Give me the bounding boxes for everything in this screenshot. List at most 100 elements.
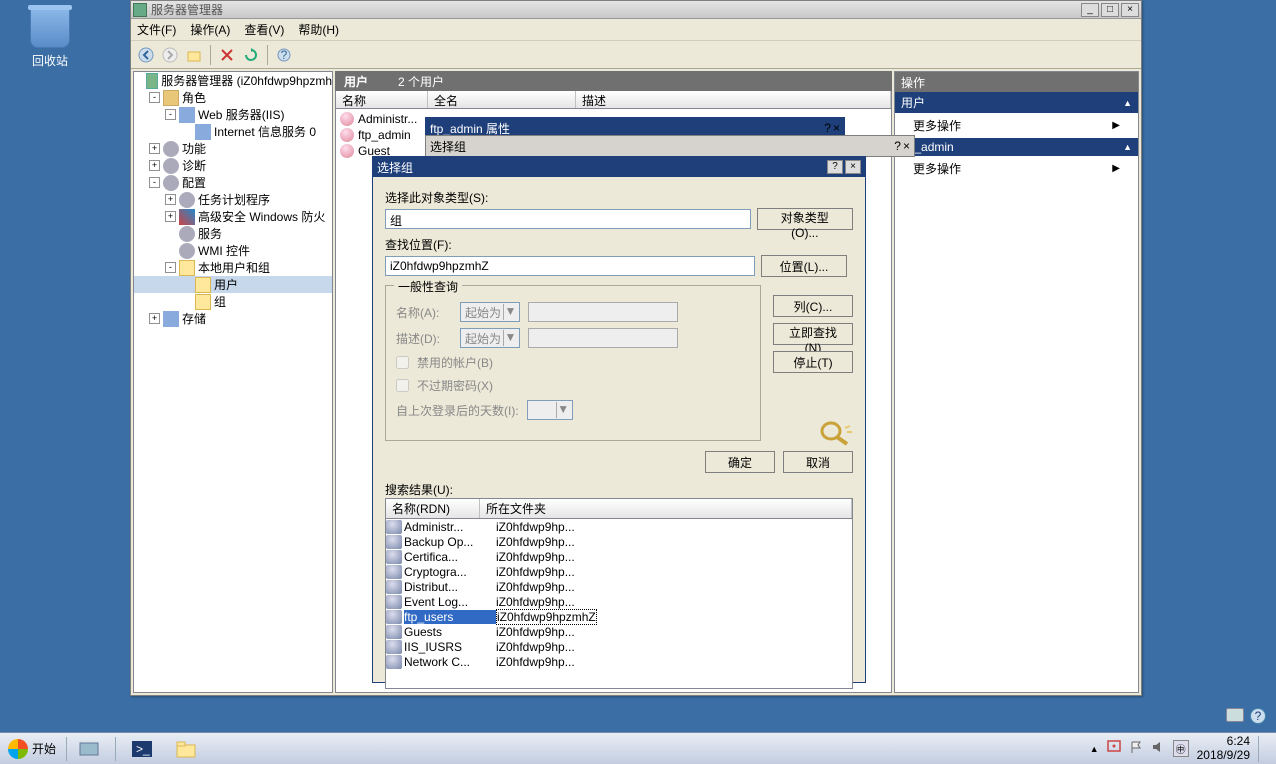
group-icon bbox=[386, 640, 402, 654]
nav-tree[interactable]: 服务器管理器 (iZ0hfdwp9hpzmh -角色 -Web 服务器(IIS)… bbox=[133, 71, 333, 693]
tray-action-center-icon[interactable] bbox=[1107, 740, 1121, 757]
dialog-close-button[interactable]: × bbox=[833, 121, 840, 135]
start-button[interactable]: 开始 bbox=[4, 737, 67, 761]
object-type-field[interactable]: 组 bbox=[385, 209, 751, 229]
desc-match-combo: 起始为▼ bbox=[460, 328, 520, 348]
show-desktop-button[interactable] bbox=[1258, 736, 1266, 762]
columns-button[interactable]: 列(C)... bbox=[773, 295, 853, 317]
cancel-button[interactable]: 取消 bbox=[783, 451, 853, 473]
result-row[interactable]: Administr...iZ0hfdwp9hp... bbox=[386, 519, 852, 534]
dialog-close-button[interactable]: × bbox=[903, 139, 910, 153]
iis-icon bbox=[195, 124, 211, 140]
name-input bbox=[528, 302, 678, 322]
tray-volume-icon[interactable] bbox=[1151, 740, 1165, 757]
no-expire-checkbox bbox=[396, 379, 409, 392]
result-row[interactable]: IIS_IUSRSiZ0hfdwp9hp... bbox=[386, 639, 852, 654]
ok-button[interactable]: 确定 bbox=[705, 451, 775, 473]
object-type-button[interactable]: 对象类型(O)... bbox=[757, 208, 853, 230]
actions-panel: 操作 用户▲ 更多操作▶ ftp_admin▲ 更多操作▶ bbox=[894, 71, 1139, 693]
dialog-titlebar[interactable]: 选择组 ?× bbox=[373, 157, 865, 177]
group-icon bbox=[386, 580, 402, 594]
result-row[interactable]: ftp_usersiZ0hfdwp9hpzmhZ bbox=[386, 609, 852, 624]
dialog-help-button[interactable]: ? bbox=[827, 160, 843, 174]
location-field[interactable]: iZ0hfdwp9hpzmhZ bbox=[385, 256, 755, 276]
tray-overflow-icon[interactable]: ▲ bbox=[1090, 744, 1099, 754]
tree-item-users[interactable]: 用户 bbox=[134, 276, 332, 293]
name-match-combo: 起始为▼ bbox=[460, 302, 520, 322]
close-button[interactable]: × bbox=[1121, 3, 1139, 17]
location-button[interactable]: 位置(L)... bbox=[761, 255, 847, 277]
users-folder-icon bbox=[195, 277, 211, 293]
taskbar-explorer[interactable] bbox=[166, 736, 206, 762]
content-header: 用户 2 个用户 bbox=[335, 71, 892, 91]
group-icon bbox=[386, 610, 402, 624]
result-row[interactable]: Backup Op...iZ0hfdwp9hp... bbox=[386, 534, 852, 549]
storage-icon bbox=[163, 311, 179, 327]
result-row[interactable]: Certifica...iZ0hfdwp9hp... bbox=[386, 549, 852, 564]
actions-header: 操作 bbox=[895, 72, 1138, 92]
result-row[interactable]: Event Log...iZ0hfdwp9hp... bbox=[386, 594, 852, 609]
group-icon bbox=[386, 625, 402, 639]
titlebar[interactable]: 服务器管理器 _ □ × bbox=[131, 1, 1141, 19]
results-label: 搜索结果(U): bbox=[385, 481, 853, 498]
back-button[interactable] bbox=[135, 44, 157, 66]
help-icon[interactable]: ? bbox=[1250, 708, 1266, 724]
user-icon bbox=[340, 144, 354, 158]
menu-action[interactable]: 操作(A) bbox=[190, 21, 230, 38]
roles-icon bbox=[163, 90, 179, 106]
select-group-dialog-back: 选择组?× bbox=[425, 135, 915, 157]
results-header[interactable]: 名称(RDN) 所在文件夹 bbox=[385, 498, 853, 519]
group-icon bbox=[386, 655, 402, 669]
tray-language-icon[interactable]: ㊥ bbox=[1173, 740, 1189, 757]
taskbar-servermanager[interactable] bbox=[69, 736, 109, 762]
help-button[interactable]: ? bbox=[273, 44, 295, 66]
server-manager-window: 服务器管理器 _ □ × 文件(F) 操作(A) 查看(V) 帮助(H) ? 服… bbox=[130, 0, 1142, 696]
dialog-help-button[interactable]: ? bbox=[824, 121, 831, 135]
services-icon bbox=[179, 226, 195, 242]
features-icon bbox=[163, 141, 179, 157]
groups-folder-icon bbox=[195, 294, 211, 310]
group-icon bbox=[386, 595, 402, 609]
menubar: 文件(F) 操作(A) 查看(V) 帮助(H) bbox=[131, 19, 1141, 41]
result-row[interactable]: GuestsiZ0hfdwp9hp... bbox=[386, 624, 852, 639]
location-label: 查找位置(F): bbox=[385, 236, 853, 253]
menu-view[interactable]: 查看(V) bbox=[244, 21, 284, 38]
forward-button[interactable] bbox=[159, 44, 181, 66]
actions-section-users[interactable]: 用户▲ bbox=[895, 92, 1138, 113]
dialog-close-button[interactable]: × bbox=[845, 160, 861, 174]
keyboard-icon[interactable] bbox=[1226, 708, 1244, 722]
dialog-help-button[interactable]: ? bbox=[894, 139, 901, 153]
more-actions-ftpadmin[interactable]: 更多操作▶ bbox=[895, 156, 1138, 181]
taskbar: 开始 >_ ▲ ㊥ 6:24 2018/9/29 bbox=[0, 732, 1276, 764]
collapse-icon[interactable]: - bbox=[149, 92, 160, 103]
toolbar: ? bbox=[131, 41, 1141, 69]
find-now-button[interactable]: 立即查找(N) bbox=[773, 323, 853, 345]
result-row[interactable]: Network C...iZ0hfdwp9hp... bbox=[386, 654, 852, 669]
tree-item-groups[interactable]: 组 bbox=[134, 293, 332, 310]
svg-text:>_: >_ bbox=[136, 742, 150, 756]
more-actions-users[interactable]: 更多操作▶ bbox=[895, 113, 1138, 138]
refresh-button[interactable] bbox=[240, 44, 262, 66]
taskbar-clock[interactable]: 6:24 2018/9/29 bbox=[1197, 735, 1250, 761]
recycle-bin[interactable]: 回收站 bbox=[20, 8, 80, 69]
delete-button[interactable] bbox=[216, 44, 238, 66]
taskbar-powershell[interactable]: >_ bbox=[122, 736, 162, 762]
menu-file[interactable]: 文件(F) bbox=[137, 21, 176, 38]
diag-icon bbox=[163, 158, 179, 174]
group-icon bbox=[386, 520, 402, 534]
actions-section-ftpadmin[interactable]: ftp_admin▲ bbox=[895, 138, 1138, 156]
up-button[interactable] bbox=[183, 44, 205, 66]
windows-orb-icon bbox=[8, 739, 28, 759]
stop-button[interactable]: 停止(T) bbox=[773, 351, 853, 373]
user-icon bbox=[340, 128, 354, 142]
columns-header[interactable]: 名称 全名 描述 bbox=[335, 91, 892, 109]
result-row[interactable]: Cryptogra...iZ0hfdwp9hp... bbox=[386, 564, 852, 579]
maximize-button[interactable]: □ bbox=[1101, 3, 1119, 17]
content-pane: 用户 2 个用户 名称 全名 描述 Administr... ftp_admin… bbox=[335, 71, 892, 693]
menu-help[interactable]: 帮助(H) bbox=[298, 21, 339, 38]
select-group-dialog: 选择组 ?× 选择此对象类型(S): 组 对象类型(O)... 查找位置(F):… bbox=[372, 156, 866, 683]
results-list[interactable]: Administr...iZ0hfdwp9hp...Backup Op...iZ… bbox=[385, 519, 853, 689]
tray-flag-icon[interactable] bbox=[1129, 740, 1143, 757]
result-row[interactable]: Distribut...iZ0hfdwp9hp... bbox=[386, 579, 852, 594]
minimize-button[interactable]: _ bbox=[1081, 3, 1099, 17]
